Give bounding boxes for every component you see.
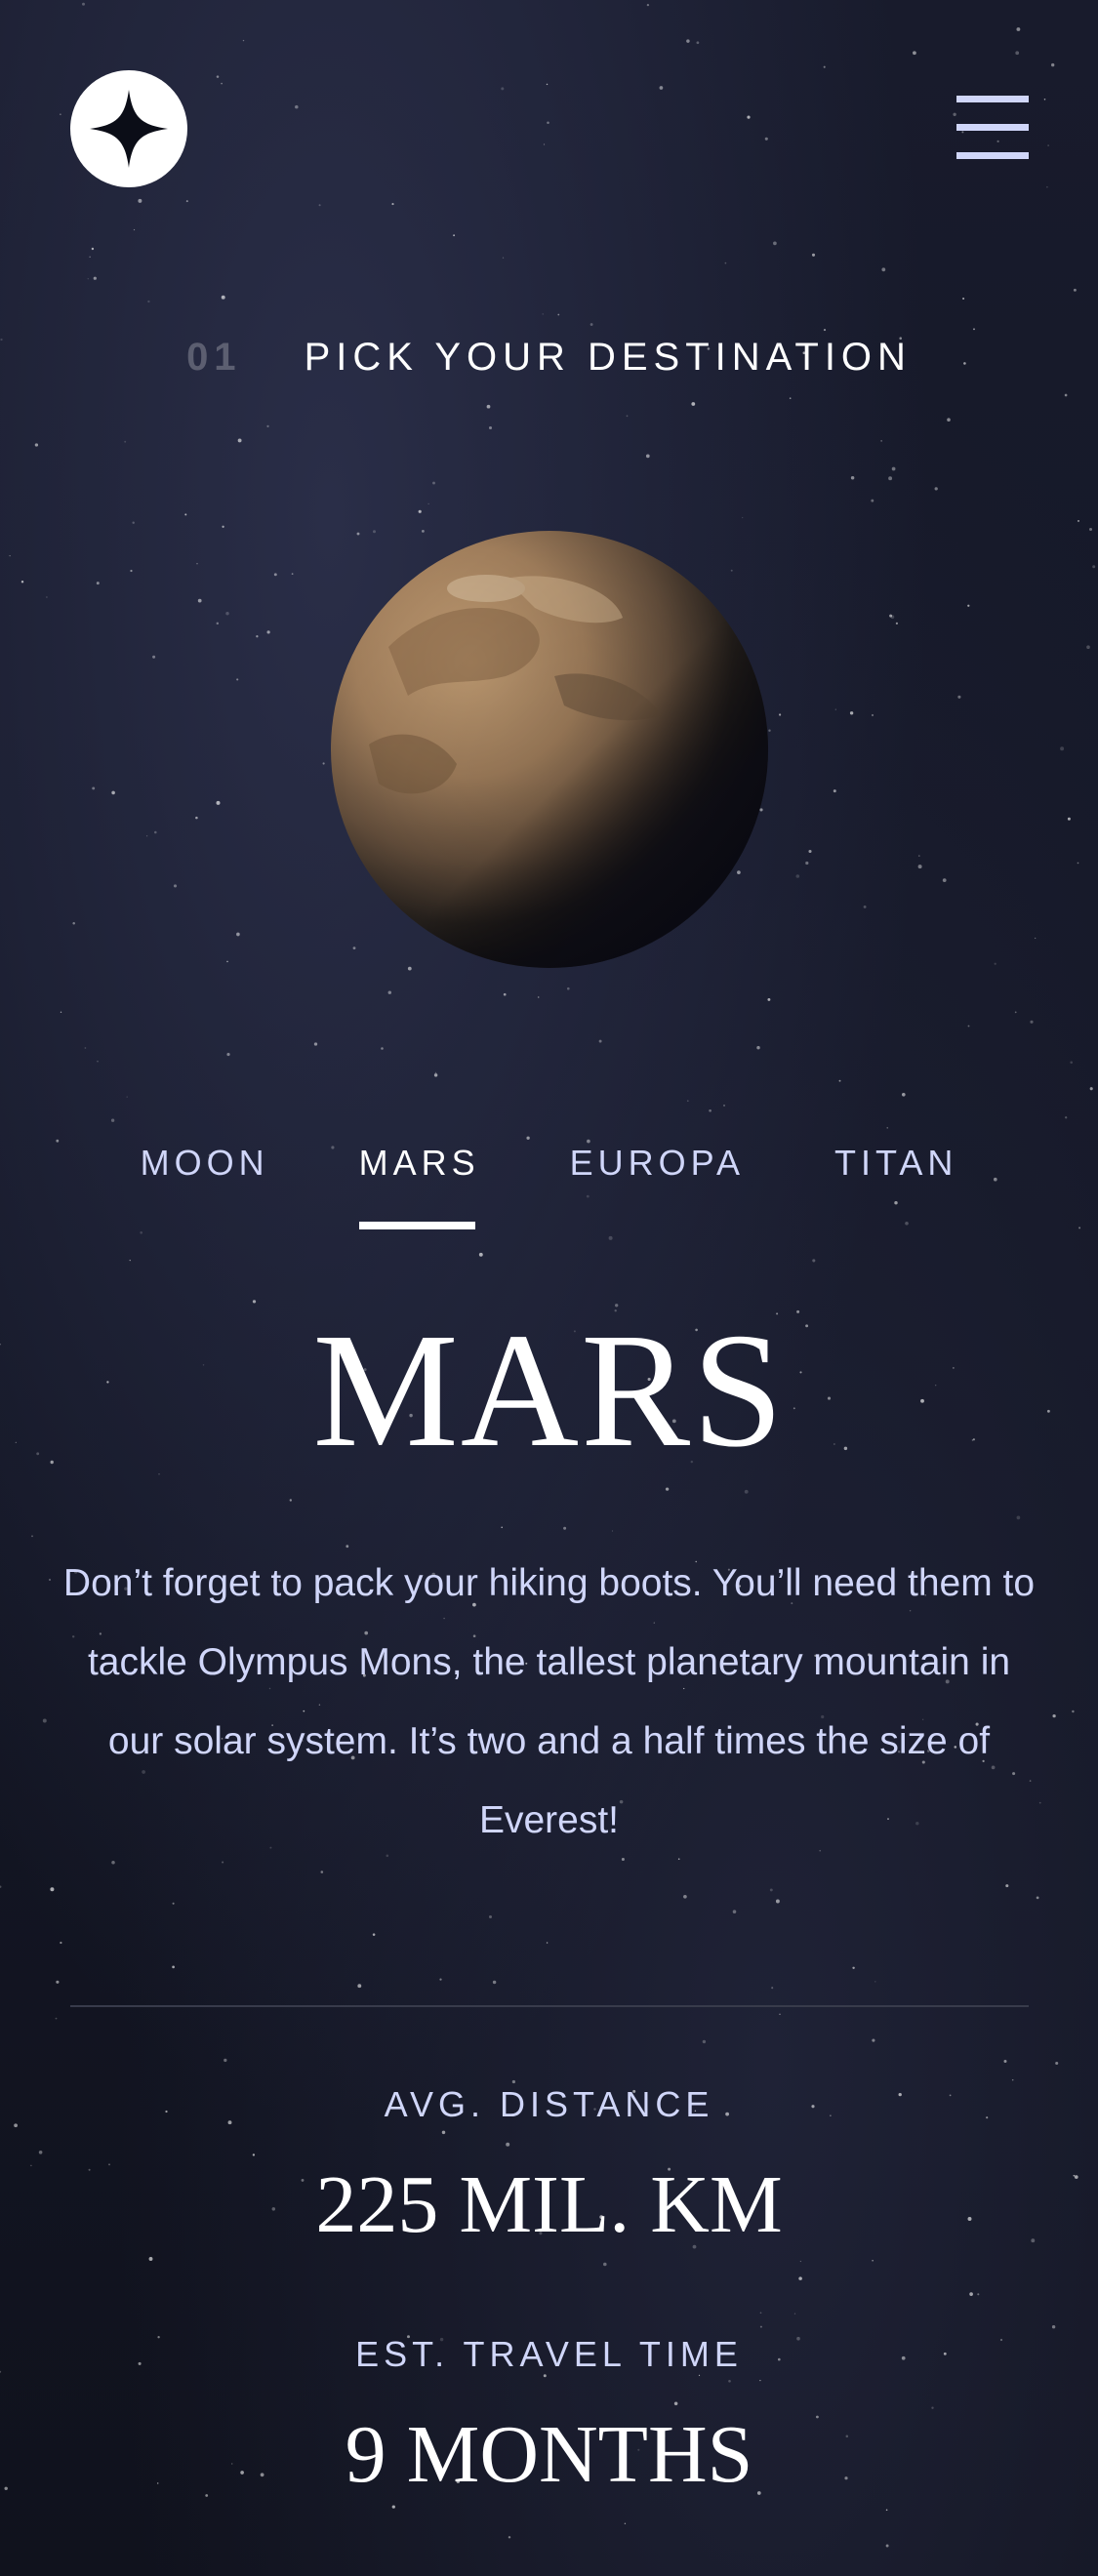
avg-distance-label: AVG. DISTANCE: [384, 2084, 714, 2124]
logo-icon[interactable]: [70, 70, 187, 187]
page-heading: 01 PICK YOUR DESTINATION: [0, 330, 1098, 384]
divider: [70, 2005, 1029, 2007]
tab-titan[interactable]: TITAN: [834, 1140, 957, 1229]
tab-moon[interactable]: MOON: [141, 1140, 269, 1229]
destination-tabs: MOON MARS EUROPA TITAN: [0, 1140, 1098, 1229]
travel-time-label: EST. TRAVEL TIME: [355, 2334, 743, 2374]
hamburger-menu-icon[interactable]: [956, 96, 1029, 160]
mars-planet-image: [330, 530, 769, 969]
travel-time-value: 9 MONTHS: [345, 2409, 753, 2500]
destination-title: MARS: [312, 1300, 786, 1481]
tab-mars[interactable]: MARS: [358, 1140, 480, 1229]
tab-europa[interactable]: EUROPA: [570, 1140, 745, 1229]
page-heading-number: 01: [186, 336, 242, 379]
destination-description: Don’t forget to pack your hiking boots. …: [62, 1562, 1036, 1841]
page-heading-text: PICK YOUR DESTINATION: [304, 336, 912, 379]
avg-distance-value: 225 MIL. KM: [315, 2159, 783, 2250]
